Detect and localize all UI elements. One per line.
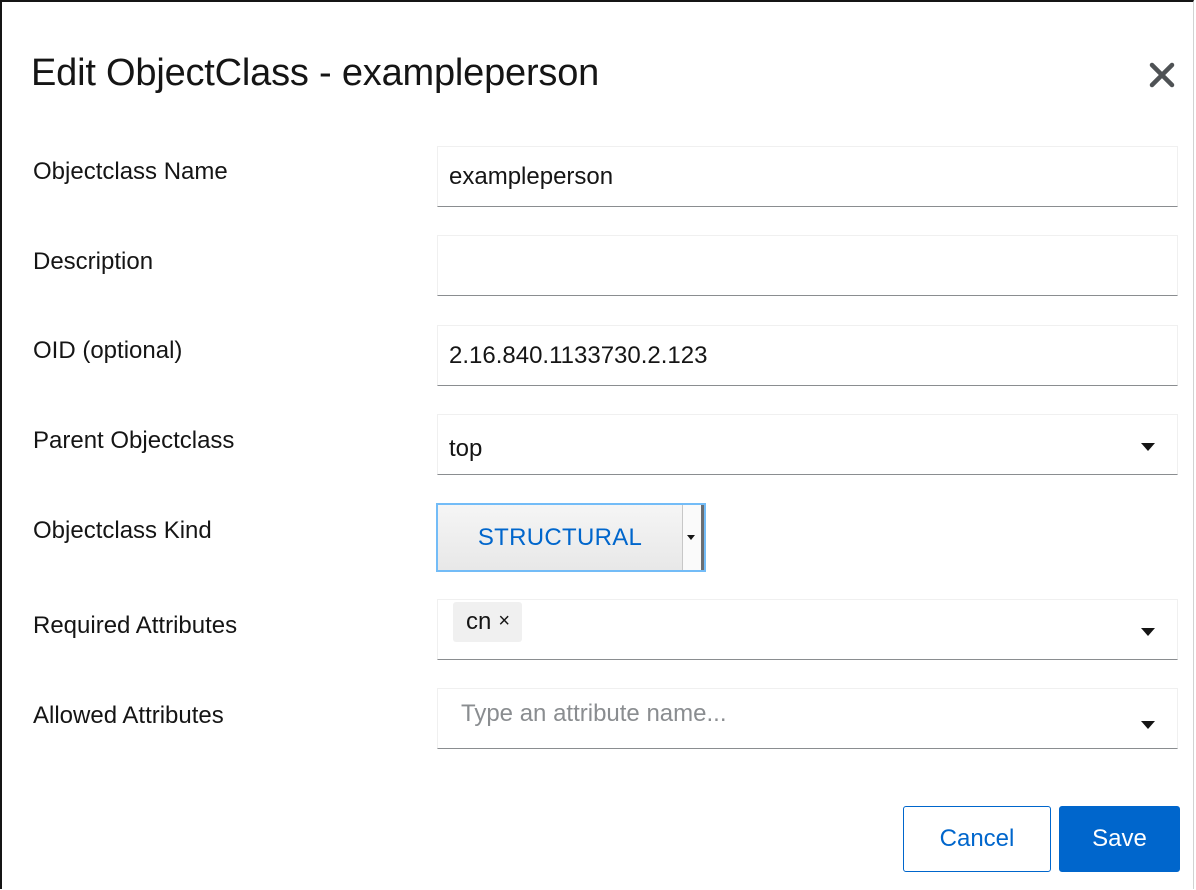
oid-value: 2.16.840.1133730.2.123 xyxy=(449,341,708,369)
description-input[interactable] xyxy=(437,235,1178,296)
objectclass-name-label: Objectclass Name xyxy=(33,158,228,185)
parent-objectclass-value: top xyxy=(449,434,483,462)
objectclass-kind-toggle[interactable] xyxy=(682,505,704,570)
chevron-down-icon xyxy=(1141,627,1155,636)
edit-objectclass-dialog: Edit ObjectClass - exampleperson Objectc… xyxy=(0,0,1194,889)
required-attributes-label: Required Attributes xyxy=(33,612,238,639)
dialog-title: Edit ObjectClass - exampleperson xyxy=(31,52,600,94)
caret-down-icon xyxy=(687,535,695,540)
oid-input[interactable]: 2.16.840.1133730.2.123 xyxy=(437,325,1178,386)
allowed-attributes-placeholder: Type an attribute name... xyxy=(461,699,727,727)
description-label: Description xyxy=(33,248,154,275)
attribute-chip-cn: cn × xyxy=(453,601,523,642)
parent-objectclass-label: Parent Objectclass xyxy=(33,427,235,454)
objectclass-name-value: exampleperson xyxy=(449,162,614,190)
chip-label: cn xyxy=(466,607,492,635)
required-attributes-select[interactable]: cn × xyxy=(437,599,1178,660)
parent-objectclass-select[interactable]: top xyxy=(437,414,1178,475)
close-button[interactable] xyxy=(1142,55,1182,95)
objectclass-name-input[interactable]: exampleperson xyxy=(437,146,1178,207)
objectclass-kind-dropdown[interactable]: STRUCTURAL xyxy=(436,503,706,572)
allowed-attributes-select[interactable]: Type an attribute name... xyxy=(437,688,1178,749)
chevron-down-icon xyxy=(1141,442,1155,451)
objectclass-kind-value: STRUCTURAL xyxy=(477,523,643,551)
allowed-attributes-label: Allowed Attributes xyxy=(33,702,224,729)
save-button[interactable]: Save xyxy=(1059,806,1180,872)
cancel-button[interactable]: Cancel xyxy=(903,806,1051,872)
chevron-down-icon xyxy=(1141,720,1155,729)
chip-remove-icon[interactable]: × xyxy=(498,610,510,633)
close-icon xyxy=(1149,62,1175,88)
oid-label: OID (optional) xyxy=(33,337,183,364)
objectclass-kind-label: Objectclass Kind xyxy=(33,517,212,544)
